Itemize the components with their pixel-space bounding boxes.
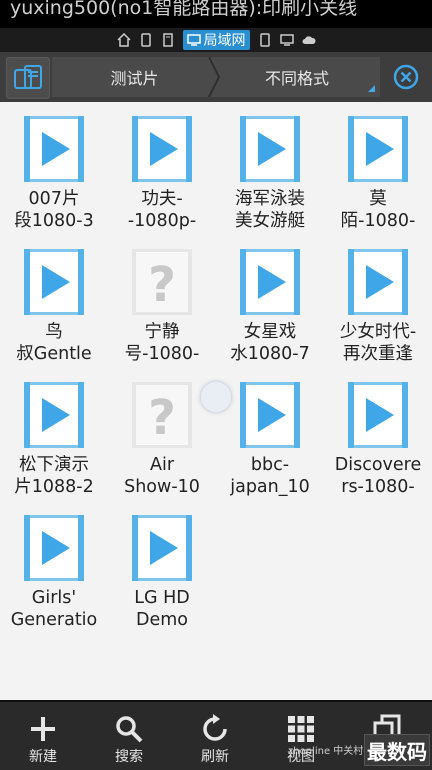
- file-label: 松下演示 片1088-2: [14, 455, 94, 497]
- video-file-icon: [348, 249, 408, 315]
- file-item[interactable]: 莫 陌-1080-: [324, 102, 432, 232]
- file-label: 莫 陌-1080-: [340, 189, 416, 231]
- video-file-icon: [24, 382, 84, 448]
- file-item[interactable]: LG HD Demo: [108, 501, 216, 631]
- close-button[interactable]: [386, 57, 426, 97]
- file-label: 宁静 号-1080-: [124, 322, 200, 364]
- video-file-icon: [240, 249, 300, 315]
- breadcrumb-label-1: 测试片: [110, 69, 159, 88]
- video-file-icon: [348, 116, 408, 182]
- breadcrumb-separator-icon: [208, 57, 221, 97]
- video-file-icon: [132, 515, 192, 581]
- video-file-icon: [240, 382, 300, 448]
- cloud-icon[interactable]: [302, 33, 316, 47]
- location-bar: 局域网: [0, 28, 432, 52]
- file-label: Air Show-10: [124, 455, 200, 497]
- video-file-icon: [240, 116, 300, 182]
- file-item[interactable]: Discovere rs-1080-: [324, 368, 432, 498]
- svg-text:?: ?: [148, 257, 176, 313]
- status-text: yuxing500(no1智能路由器):印刷小关线: [10, 0, 358, 19]
- svg-text:?: ?: [148, 390, 176, 446]
- file-label: 007片 段1080-3: [14, 189, 94, 231]
- file-item[interactable]: 少女时代- 再次重逢: [324, 235, 432, 365]
- file-label: 女星戏 水1080-7: [230, 322, 310, 364]
- loading-spinner: [201, 382, 231, 412]
- file-label: 鸟 叔Gentle: [16, 322, 92, 364]
- phone2-icon[interactable]: [258, 33, 272, 47]
- file-label: Discovere rs-1080-: [334, 455, 422, 497]
- file-item[interactable]: 海军泳装 美女游艇: [216, 102, 324, 232]
- path-bar: 测试片 不同格式: [0, 52, 432, 102]
- home-icon[interactable]: [116, 33, 131, 47]
- location-current-label: 局域网: [203, 33, 246, 49]
- watermark-right: 最数码: [364, 734, 430, 766]
- search-icon: [116, 716, 143, 743]
- close-icon: [393, 64, 419, 90]
- file-label: LG HD Demo: [134, 588, 190, 630]
- plus-icon: [31, 717, 55, 741]
- video-file-icon: [132, 116, 192, 182]
- file-item[interactable]: 功夫- -1080p-: [108, 102, 216, 232]
- file-item[interactable]: 松下演示 片1088-2: [0, 368, 108, 498]
- status-bar: yuxing500(no1智能路由器):印刷小关线: [0, 0, 432, 28]
- file-item[interactable]: ? 宁静 号-1080-: [108, 235, 216, 365]
- video-file-icon: [24, 116, 84, 182]
- file-item[interactable]: 鸟 叔Gentle: [0, 235, 108, 365]
- search-button[interactable]: 搜索: [86, 702, 172, 770]
- devices-icon: [14, 65, 42, 89]
- breadcrumb-label-2: 不同格式: [264, 69, 329, 88]
- phone-icon[interactable]: [139, 33, 153, 47]
- file-item[interactable]: 007片 段1080-3: [0, 102, 108, 232]
- file-label: bbc- japan_10: [230, 455, 310, 497]
- search-button-label: 搜索: [115, 749, 143, 765]
- unknown-file-icon: ?: [132, 382, 192, 448]
- file-label: 功夫- -1080p-: [127, 189, 197, 231]
- dropdown-corner-icon: [368, 85, 375, 92]
- new-button[interactable]: 新建: [0, 702, 86, 770]
- new-button-label: 新建: [29, 749, 57, 765]
- file-label: 少女时代- 再次重逢: [339, 322, 417, 364]
- file-item[interactable]: 女星戏 水1080-7: [216, 235, 324, 365]
- device-switch-button[interactable]: [6, 57, 50, 99]
- location-current-lan[interactable]: 局域网: [182, 30, 250, 50]
- file-label: 海军泳装 美女游艇: [235, 189, 305, 231]
- file-item[interactable]: Girls' Generatio: [0, 501, 108, 631]
- video-file-icon: [24, 249, 84, 315]
- monitor2-icon[interactable]: [279, 33, 294, 47]
- monitor-icon: [186, 34, 201, 46]
- breadcrumb-item-2[interactable]: 不同格式: [214, 57, 380, 97]
- grid-view-icon: [288, 716, 314, 742]
- video-file-icon: [348, 382, 408, 448]
- refresh-icon: [203, 714, 227, 741]
- view-button[interactable]: 视图: [258, 702, 344, 770]
- breadcrumb-item-1[interactable]: 测试片: [52, 57, 217, 97]
- refresh-button[interactable]: 刷新: [172, 702, 258, 770]
- file-item[interactable]: ? Air Show-10: [108, 368, 216, 498]
- refresh-button-label: 刷新: [201, 749, 229, 765]
- file-label: Girls' Generatio: [10, 588, 98, 630]
- unknown-file-icon: ?: [132, 249, 192, 315]
- file-item[interactable]: bbc- japan_10: [216, 368, 324, 498]
- video-file-icon: [24, 515, 84, 581]
- sdcard-icon[interactable]: [161, 33, 175, 47]
